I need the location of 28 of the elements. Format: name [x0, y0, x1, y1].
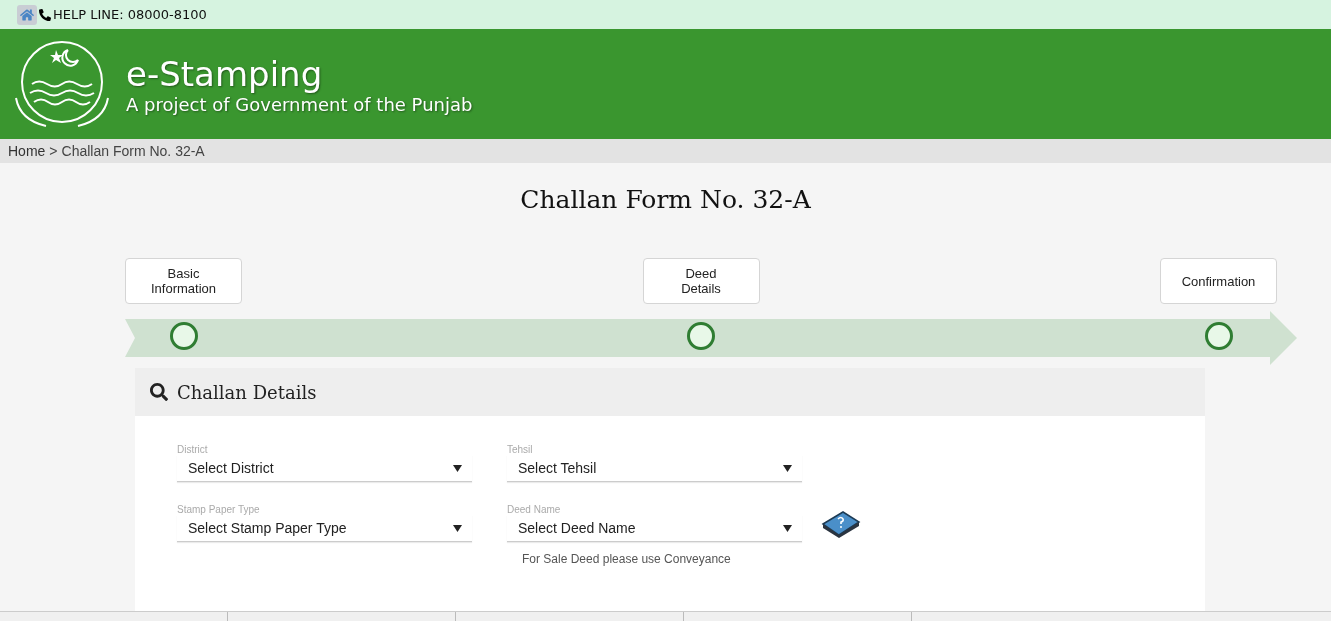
caret-icon: [453, 524, 462, 532]
caret-icon: [783, 464, 792, 472]
step-label: Deed Details: [642, 258, 760, 304]
caret-icon: [783, 524, 792, 532]
dropdown-field[interactable]: Select District: [177, 455, 472, 482]
site-subtitle: A project of Government of the Punjab: [126, 93, 473, 115]
breadcrumb-link[interactable]: Home: [8, 143, 46, 159]
breadcrumb-separator: >: [49, 143, 58, 159]
site-title: e-Stamping: [126, 53, 324, 94]
hint-text: For Sale Deed please use Conveyance: [521, 552, 732, 566]
field-label: Tehsil: [507, 444, 534, 455]
field-label: District: [177, 444, 209, 455]
step-label: Basic Information: [125, 258, 242, 304]
panel-title: Challan Details: [177, 381, 317, 403]
dropdown-field[interactable]: Select Stamp Paper Type: [177, 515, 472, 542]
step-label: Confirmation: [1160, 258, 1277, 304]
field-label: Deed Name: [507, 504, 562, 515]
search-icon: [150, 383, 168, 401]
home-button[interactable]: [17, 4, 37, 25]
book-icon[interactable]: [821, 508, 861, 538]
page-title: Challan Form No. 32-A: [519, 185, 812, 214]
phone-icon: [39, 8, 51, 21]
breadcrumb-current: Challan Form No. 32-A: [61, 143, 205, 159]
field-label: Stamp Paper Type: [177, 504, 261, 515]
dropdown-field[interactable]: Select Tehsil: [507, 455, 802, 482]
dropdown-field[interactable]: Select Deed Name: [507, 515, 802, 542]
caret-icon: [453, 464, 462, 472]
helpline-text: HELP LINE: 08000-8100: [53, 7, 207, 22]
